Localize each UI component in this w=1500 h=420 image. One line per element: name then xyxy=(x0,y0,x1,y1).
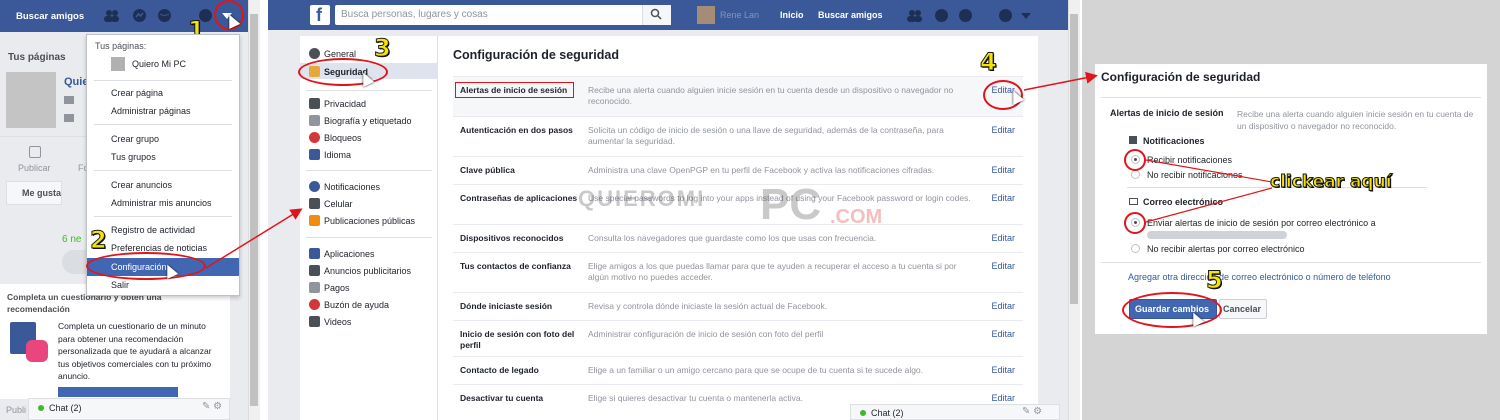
arrow-click-radio-1 xyxy=(1145,159,1273,183)
arrow-to-editor xyxy=(1023,71,1098,91)
arrow-to-security xyxy=(205,208,303,269)
arrow-click-radio-2 xyxy=(1145,187,1273,223)
annotation-arrows xyxy=(205,71,1273,269)
